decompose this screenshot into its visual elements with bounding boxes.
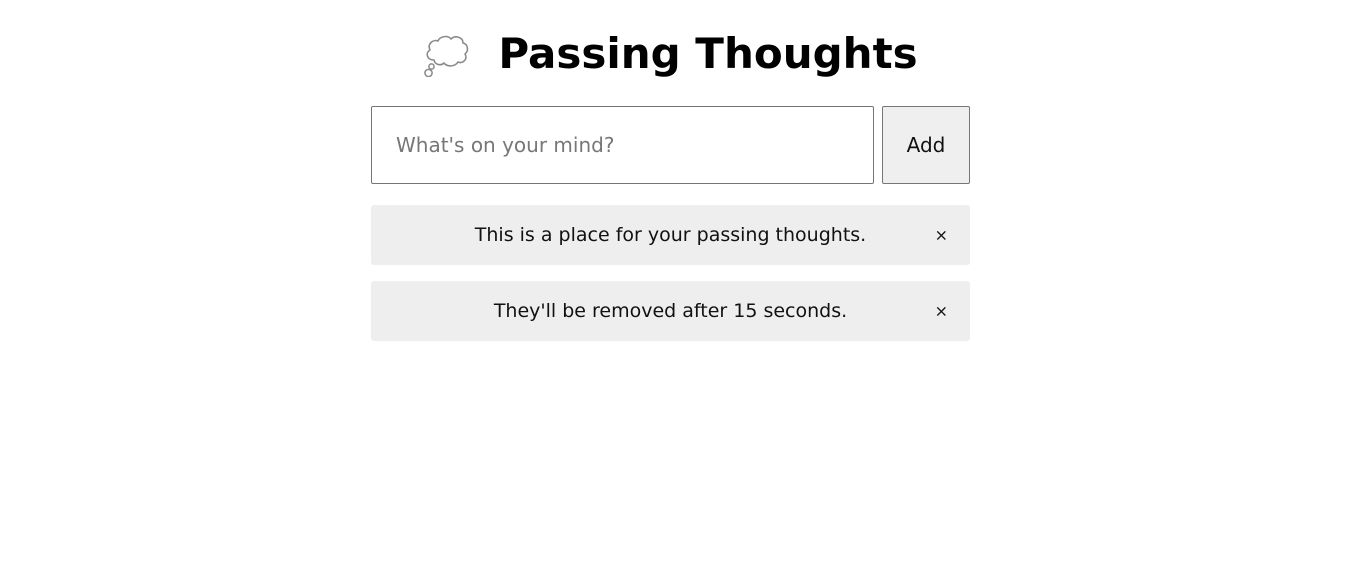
app-container: Passing Thoughts Add This is a place for…: [371, 0, 970, 341]
thought-text: They'll be removed after 15 seconds.: [493, 300, 848, 322]
thought-form: Add: [371, 106, 970, 184]
page-title: Passing Thoughts: [498, 28, 918, 78]
thought-text: This is a place for your passing thought…: [474, 224, 867, 246]
remove-thought-button[interactable]: ×: [931, 224, 952, 247]
add-button[interactable]: Add: [882, 106, 970, 184]
thought-item: This is a place for your passing thought…: [371, 205, 970, 265]
thought-cloud-icon: [422, 33, 470, 78]
thought-input[interactable]: [371, 106, 874, 184]
app-header: Passing Thoughts: [370, 0, 970, 106]
thought-list: This is a place for your passing thought…: [371, 205, 970, 341]
remove-thought-button[interactable]: ×: [931, 300, 952, 323]
thought-item: They'll be removed after 15 seconds. ×: [371, 281, 970, 341]
